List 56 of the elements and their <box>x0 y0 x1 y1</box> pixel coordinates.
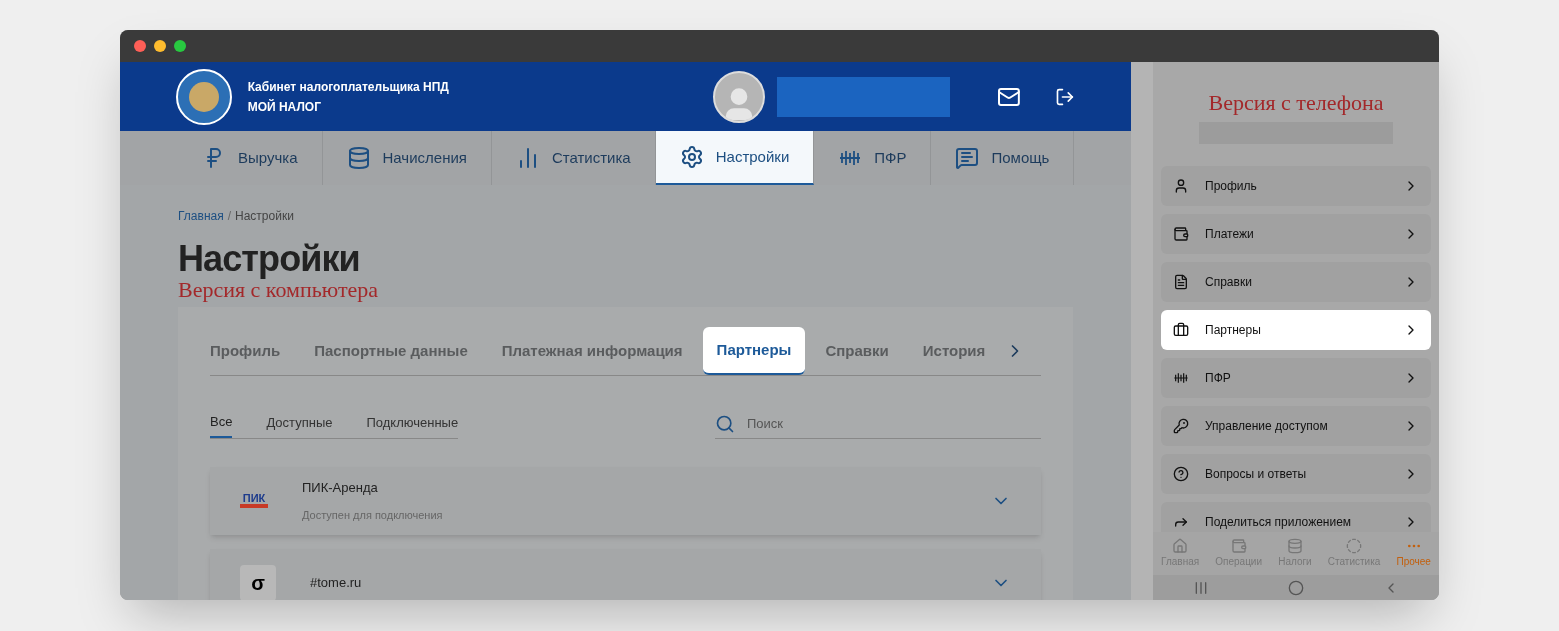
site-title: Кабинет налогоплательщика НПД <box>247 78 449 96</box>
coins-icon <box>1286 538 1303 554</box>
settings-tab[interactable]: Паспортные данные <box>300 327 482 375</box>
key-icon <box>1173 418 1189 434</box>
menu-item[interactable]: Справки <box>1161 262 1431 302</box>
settings-tab[interactable]: Профиль <box>210 327 295 375</box>
menu-item[interactable]: ПФР <box>1161 358 1431 398</box>
partner-name: ПИК-Аренда <box>302 478 379 497</box>
partner-status: Доступен для подключения <box>302 508 444 523</box>
settings-icon <box>679 145 704 169</box>
document-icon <box>1173 274 1189 290</box>
wallet-icon <box>1230 538 1247 554</box>
settings-tab[interactable]: Справки <box>811 327 903 375</box>
annotation-text: Версия с компьютера <box>178 279 380 301</box>
nav-tab[interactable]: Помощь <box>931 131 1075 185</box>
page-title: Настройки <box>178 239 361 279</box>
site-subtitle: МОЙ НАЛОГ <box>247 98 322 116</box>
pfr-emblem-icon <box>1173 370 1189 386</box>
menu-item[interactable]: Поделиться приложением <box>1161 502 1431 532</box>
breadcrumb-current: Настройки <box>235 208 294 225</box>
user-icon <box>1173 178 1189 194</box>
home-button-icon[interactable] <box>1288 579 1304 596</box>
partner-logo: ПИК <box>240 493 268 508</box>
partner-card[interactable]: σ #tome.ru <box>210 548 1041 600</box>
nav-tab[interactable]: Выручка <box>178 131 323 185</box>
settings-tab[interactable]: История <box>908 327 1000 375</box>
partner-name: #tome.ru <box>310 573 363 592</box>
filter-tab[interactable]: Подключенные <box>366 412 459 438</box>
briefcase-icon <box>1173 322 1189 338</box>
message-icon <box>955 146 980 170</box>
wallet-icon <box>1173 226 1189 242</box>
settings-tab[interactable]: Партнеры <box>702 327 806 375</box>
nav-tab[interactable]: Начисления <box>322 131 492 185</box>
breadcrumb-separator: / <box>227 208 232 225</box>
filter-tab[interactable]: Все <box>210 412 233 438</box>
search-field[interactable]: Поиск <box>747 413 1017 434</box>
settings-tab[interactable]: Платежная информация <box>487 327 697 375</box>
menu-item[interactable]: Профиль <box>1161 166 1431 206</box>
partner-logo: σ <box>240 564 276 600</box>
nav-tab[interactable]: ПФР <box>814 131 932 185</box>
annotation-text: Версия с телефона <box>1208 92 1384 114</box>
nav-tab[interactable]: Статистика <box>491 131 656 185</box>
menu-item[interactable]: Вопросы и ответы <box>1161 454 1431 494</box>
logout-icon[interactable] <box>1055 86 1075 107</box>
search-icon <box>715 413 735 434</box>
filter-tab[interactable]: Доступные <box>266 412 333 438</box>
menu-item[interactable]: Партнеры <box>1161 310 1431 350</box>
nav-tab[interactable]: Настройки <box>655 131 815 185</box>
partner-card[interactable]: ПИК ПИК-Аренда Доступен для подключения <box>210 466 1041 535</box>
menu-item[interactable]: Управление доступом <box>1161 406 1431 446</box>
coins-icon <box>346 146 371 170</box>
home-icon <box>1172 538 1189 554</box>
question-icon <box>1173 466 1189 482</box>
emblem-logo-icon <box>176 68 232 125</box>
menu-item[interactable]: Платежи <box>1161 214 1431 254</box>
breadcrumb-link[interactable]: Главная <box>178 207 224 225</box>
